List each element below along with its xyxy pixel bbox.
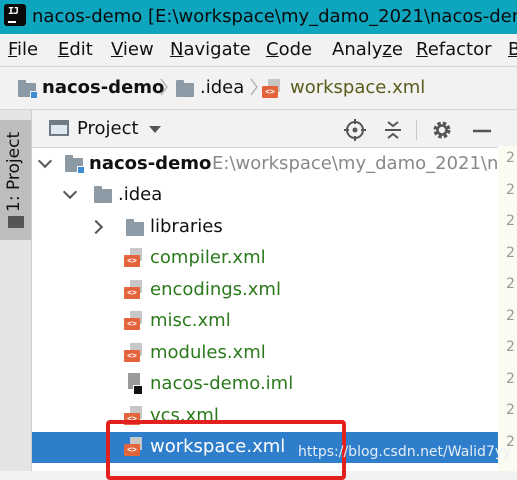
menu-code[interactable]: Code [266, 39, 312, 60]
tree-row-file[interactable]: <> misc.xml [32, 306, 500, 337]
line-number: 2 [506, 402, 515, 418]
breadcrumb-file[interactable]: workspace.xml [290, 77, 425, 98]
chevron-down-icon[interactable] [62, 184, 78, 200]
breadcrumb-separator-icon [250, 78, 258, 96]
line-number: 2 [506, 245, 515, 261]
tree-row-file[interactable]: nacos-demo.iml [32, 369, 500, 400]
left-tool-strip: 1: Project [0, 110, 32, 471]
locate-icon[interactable] [344, 119, 366, 141]
menu-bar: File Edit View Navigate Code Analyze Ref… [0, 34, 517, 66]
menu-edit[interactable]: Edit [58, 39, 93, 60]
line-number: 2 [506, 371, 515, 387]
xml-file-icon: <> [124, 280, 144, 300]
line-number: 2 [506, 276, 515, 292]
menu-navigate[interactable]: Navigate [170, 39, 251, 60]
project-panel: Project nacos-demo E:\workspace\my_damo_… [32, 110, 517, 471]
tree-project-path: E:\workspace\my_damo_2021\nac [212, 153, 517, 174]
folder-icon [126, 219, 144, 236]
breadcrumb-project[interactable]: nacos-demo [42, 77, 164, 98]
xml-file-icon: <> [262, 79, 282, 99]
xml-file-icon: <> [124, 343, 144, 363]
tree-row-file[interactable]: <> compiler.xml [32, 243, 500, 274]
intellij-logo-icon: IJ [4, 4, 26, 26]
tree-file-name: modules.xml [150, 342, 266, 363]
xml-file-icon: <> [124, 311, 144, 331]
tree-folder-idea: .idea [118, 184, 163, 205]
tree-row-file[interactable]: <> modules.xml [32, 338, 500, 369]
title-bar: IJ nacos-demo [E:\workspace\my_damo_2021… [0, 0, 517, 34]
header-divider [416, 120, 417, 140]
tree-row-file[interactable]: <> encodings.xml [32, 275, 500, 306]
project-view-icon [49, 120, 69, 136]
breadcrumb-separator-icon [160, 78, 168, 96]
window-title: nacos-demo [E:\workspace\my_damo_2021\na… [32, 6, 517, 27]
folder-icon [176, 80, 194, 97]
project-folder-icon [8, 216, 24, 228]
menu-refactor[interactable]: Refactor [416, 39, 492, 60]
breadcrumb: nacos-demo .idea <> workspace.xml [0, 66, 517, 110]
hide-icon[interactable] [471, 119, 493, 141]
watermark-text: https://blog.csdn.net/Walid7yy [298, 444, 512, 460]
breadcrumb-folder[interactable]: .idea [200, 77, 244, 98]
menu-analyze[interactable]: Analyze [332, 39, 403, 60]
settings-gear-icon[interactable] [431, 119, 453, 141]
logo-text: IJ [8, 6, 19, 17]
line-number: 2 [506, 213, 515, 229]
chevron-right-icon[interactable] [88, 219, 104, 235]
tree-file-name: encodings.xml [150, 279, 281, 300]
tree-file-name: misc.xml [150, 310, 231, 331]
chevron-down-icon[interactable] [37, 153, 53, 169]
xml-file-icon: <> [124, 248, 144, 268]
tree-row-idea[interactable]: .idea [32, 180, 500, 211]
project-folder-icon [18, 80, 38, 99]
tree-file-name: compiler.xml [150, 247, 266, 268]
tree-row-project[interactable]: nacos-demo E:\workspace\my_damo_2021\nac [32, 149, 517, 180]
chevron-down-icon[interactable] [149, 126, 161, 133]
project-panel-header: Project [32, 110, 517, 148]
tree-file-name: nacos-demo.iml [150, 373, 294, 394]
project-view-title[interactable]: Project [77, 118, 139, 139]
project-folder-icon [65, 155, 85, 174]
tree-row-libraries[interactable]: libraries [32, 212, 500, 243]
editor-gutter: 2 2 2 2 2 2 2 2 2 2 [498, 146, 517, 471]
line-number: 2 [506, 182, 515, 198]
tree-folder-libraries: libraries [150, 216, 223, 237]
line-number: 2 [506, 150, 515, 166]
folder-icon [94, 186, 112, 203]
line-number: 2 [506, 308, 515, 324]
menu-build[interactable]: B [508, 39, 517, 60]
iml-file-icon [126, 373, 144, 395]
menu-file[interactable]: File [8, 39, 38, 60]
line-number: 2 [506, 339, 515, 355]
tree-project-name: nacos-demo [89, 153, 212, 174]
collapse-all-icon[interactable] [382, 119, 404, 141]
project-tool-tab[interactable]: 1: Project [0, 120, 31, 240]
menu-view[interactable]: View [111, 39, 154, 60]
